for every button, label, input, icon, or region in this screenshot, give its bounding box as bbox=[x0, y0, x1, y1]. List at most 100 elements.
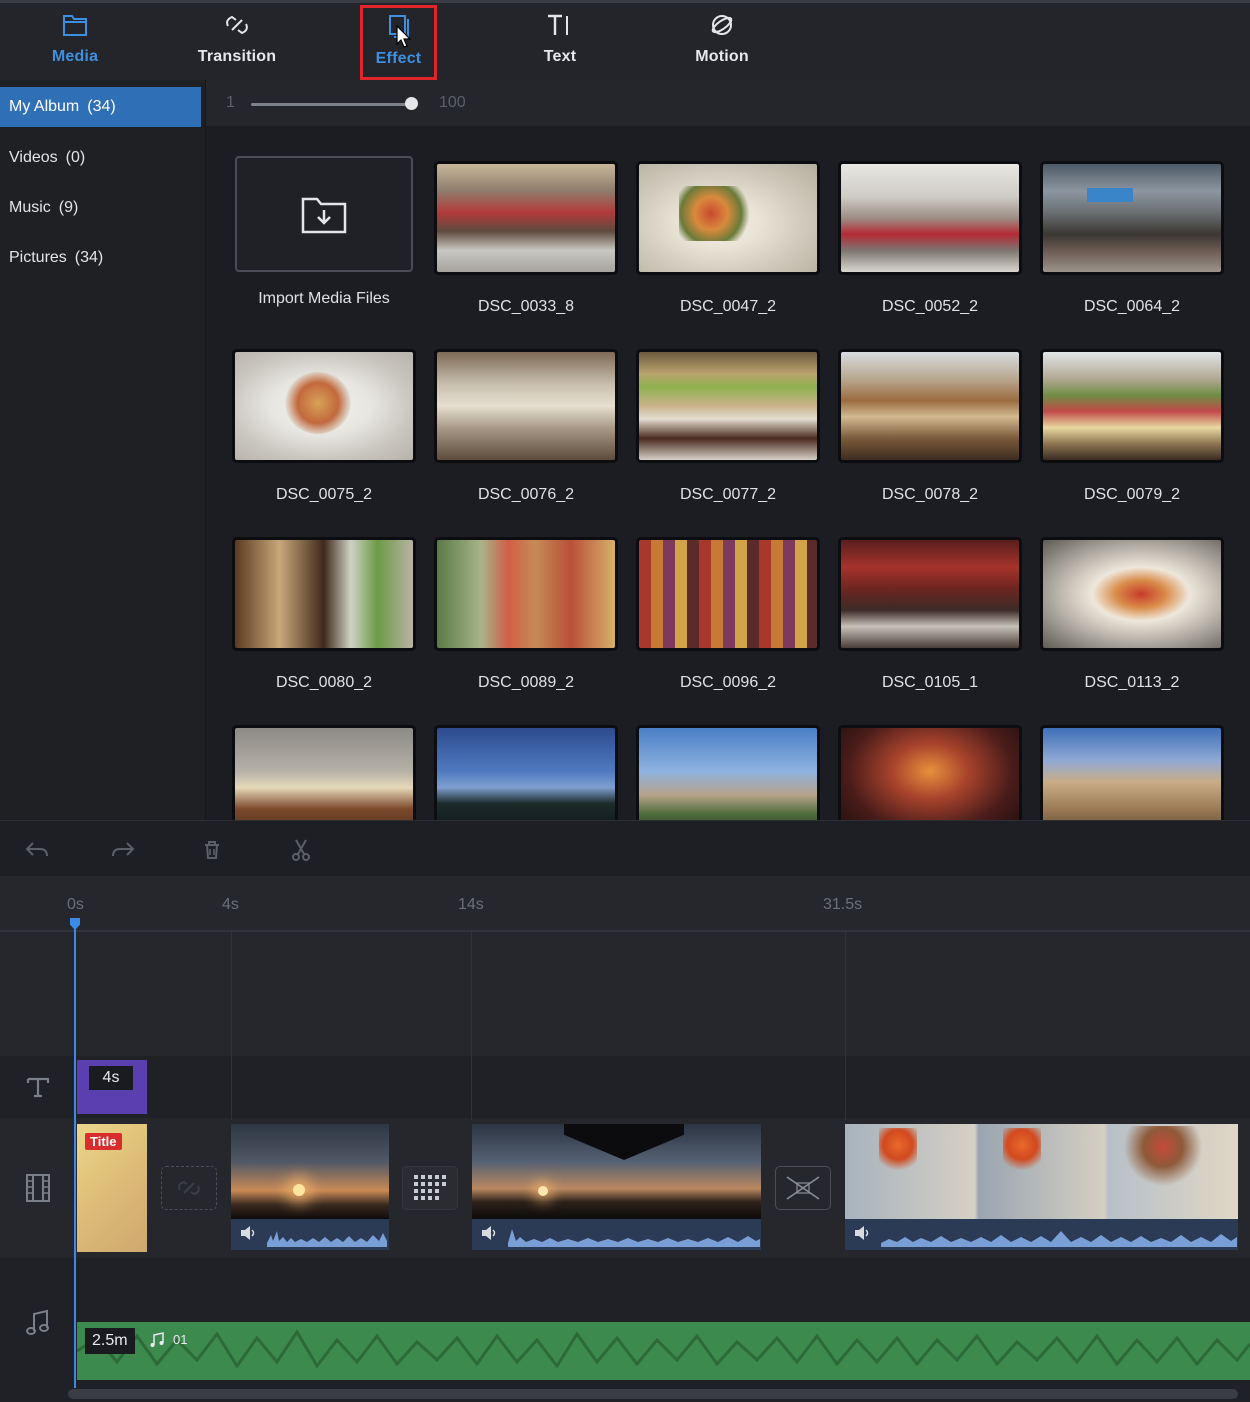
video-track-header bbox=[0, 1118, 75, 1258]
motion-icon bbox=[707, 10, 737, 40]
tab-transition[interactable]: Transition bbox=[162, 6, 312, 78]
media-item[interactable]: DSC_0033_8 bbox=[437, 164, 615, 315]
media-item[interactable] bbox=[639, 728, 817, 820]
sidebar-item-music[interactable]: Music (9) bbox=[0, 183, 205, 233]
media-item[interactable]: DSC_0052_2 bbox=[841, 164, 1019, 315]
effect-track-header bbox=[0, 932, 75, 1056]
text-lane[interactable] bbox=[75, 1056, 1250, 1118]
zoom-slider-handle[interactable] bbox=[405, 97, 418, 110]
media-item[interactable] bbox=[1043, 728, 1221, 820]
media-item-label: DSC_0078_2 bbox=[881, 486, 979, 503]
undo-button[interactable] bbox=[24, 837, 50, 863]
clip-thumbnail bbox=[231, 1124, 389, 1219]
media-item[interactable]: DSC_0076_2 bbox=[437, 352, 615, 503]
import-folder-icon bbox=[301, 197, 347, 234]
zoom-slider-track[interactable] bbox=[251, 103, 415, 106]
audio-waveform bbox=[508, 1229, 760, 1247]
timeline-ruler[interactable]: 0s 4s 14s 31.5s bbox=[0, 876, 1250, 932]
media-item-label: DSC_0105_1 bbox=[881, 674, 979, 691]
media-item-label: DSC_0033_8 bbox=[477, 298, 575, 315]
trash-icon bbox=[205, 841, 219, 859]
video-clip[interactable] bbox=[845, 1124, 1238, 1250]
media-item-label: DSC_0052_2 bbox=[881, 298, 979, 315]
media-thumbnail bbox=[639, 540, 817, 648]
redo-button[interactable] bbox=[110, 837, 136, 863]
media-item-label: DSC_0077_2 bbox=[679, 486, 777, 503]
media-thumbnail bbox=[437, 352, 615, 460]
sidebar-item-count: (9) bbox=[58, 199, 79, 216]
split-button[interactable] bbox=[288, 837, 314, 863]
media-thumbnail bbox=[841, 164, 1019, 272]
media-thumbnail bbox=[235, 728, 413, 820]
tab-motion-label: Motion bbox=[695, 48, 749, 65]
media-item[interactable]: DSC_0096_2 bbox=[639, 540, 817, 691]
thumbnail-size-bar: 1 100 bbox=[206, 80, 1250, 126]
media-item[interactable] bbox=[235, 728, 413, 820]
media-thumbnail bbox=[841, 352, 1019, 460]
timeline-horizontal-scrollbar[interactable] bbox=[68, 1389, 1238, 1399]
sidebar-item-count: (0) bbox=[65, 149, 86, 166]
media-item-label: DSC_0080_2 bbox=[275, 674, 373, 691]
text-icon bbox=[545, 10, 575, 40]
media-item[interactable]: DSC_0089_2 bbox=[437, 540, 615, 691]
effect-lane[interactable] bbox=[75, 932, 1250, 1056]
title-clip[interactable]: 4s bbox=[77, 1060, 147, 1114]
mosaic-transition[interactable] bbox=[402, 1166, 458, 1210]
sidebar-item-videos[interactable]: Videos (0) bbox=[0, 133, 205, 183]
tab-text[interactable]: Text bbox=[485, 6, 635, 78]
media-item[interactable]: DSC_0075_2 bbox=[235, 352, 413, 503]
media-item-label: DSC_0079_2 bbox=[1083, 486, 1181, 503]
cross-transition[interactable] bbox=[775, 1166, 831, 1210]
music-clip-duration: 2.5m bbox=[85, 1328, 135, 1354]
media-item[interactable]: DSC_0047_2 bbox=[639, 164, 817, 315]
media-item[interactable]: DSC_0079_2 bbox=[1043, 352, 1221, 503]
media-thumbnail bbox=[639, 164, 817, 272]
media-thumbnail bbox=[841, 728, 1019, 820]
speaker-icon bbox=[482, 1226, 496, 1240]
ruler-tick: 4s bbox=[222, 896, 239, 913]
video-clip[interactable] bbox=[472, 1124, 761, 1250]
media-item[interactable] bbox=[437, 728, 615, 820]
import-media-button[interactable] bbox=[235, 156, 413, 272]
video-clip[interactable] bbox=[231, 1124, 389, 1250]
media-thumbnail bbox=[437, 164, 615, 272]
sidebar-item-my-album[interactable]: My Album (34) bbox=[0, 87, 201, 127]
transition-slot[interactable] bbox=[161, 1166, 217, 1210]
folder-icon bbox=[60, 10, 90, 40]
title-tag: Title bbox=[85, 1133, 122, 1150]
media-item[interactable]: DSC_0078_2 bbox=[841, 352, 1019, 503]
tab-effect-label: Effect bbox=[375, 50, 422, 67]
grid-line bbox=[471, 932, 472, 1120]
media-item[interactable]: DSC_0105_1 bbox=[841, 540, 1019, 691]
media-thumbnail bbox=[1043, 352, 1221, 460]
sidebar-item-label: Videos bbox=[9, 149, 58, 166]
tab-motion[interactable]: Motion bbox=[647, 6, 797, 78]
tab-media[interactable]: Media bbox=[0, 6, 150, 78]
cross-zoom-icon bbox=[786, 1176, 820, 1200]
clip-audio-strip bbox=[845, 1219, 1238, 1250]
music-clip[interactable]: 2.5m 01 bbox=[77, 1322, 1250, 1380]
media-item[interactable]: DSC_0080_2 bbox=[235, 540, 413, 691]
mosaic-grid-icon bbox=[414, 1175, 446, 1200]
media-item[interactable]: DSC_0064_2 bbox=[1043, 164, 1221, 315]
import-media-tile[interactable]: Import Media Files bbox=[235, 156, 413, 307]
sidebar-item-label: Music bbox=[9, 199, 51, 216]
transition-icon bbox=[222, 10, 252, 40]
sidebar-item-count: (34) bbox=[74, 249, 104, 266]
delete-button[interactable] bbox=[199, 837, 225, 863]
media-item-label: DSC_0113_2 bbox=[1084, 674, 1180, 691]
tab-media-label: Media bbox=[51, 48, 99, 65]
sidebar-item-pictures[interactable]: Pictures (34) bbox=[0, 233, 205, 283]
media-item-label: DSC_0064_2 bbox=[1083, 298, 1181, 315]
media-item[interactable]: DSC_0113_2 bbox=[1043, 540, 1221, 691]
media-item[interactable]: DSC_0077_2 bbox=[639, 352, 817, 503]
sidebar-item-count: (34) bbox=[87, 98, 116, 115]
ruler-tick: 0s bbox=[67, 896, 84, 913]
sidebar-item-label: My Album bbox=[9, 98, 80, 115]
speaker-icon bbox=[241, 1226, 255, 1240]
music-note-icon bbox=[150, 1332, 164, 1347]
media-item[interactable] bbox=[841, 728, 1019, 820]
playhead-line[interactable] bbox=[74, 918, 76, 1388]
media-item-label: DSC_0089_2 bbox=[477, 674, 575, 691]
title-video-clip[interactable]: Title bbox=[77, 1124, 147, 1252]
